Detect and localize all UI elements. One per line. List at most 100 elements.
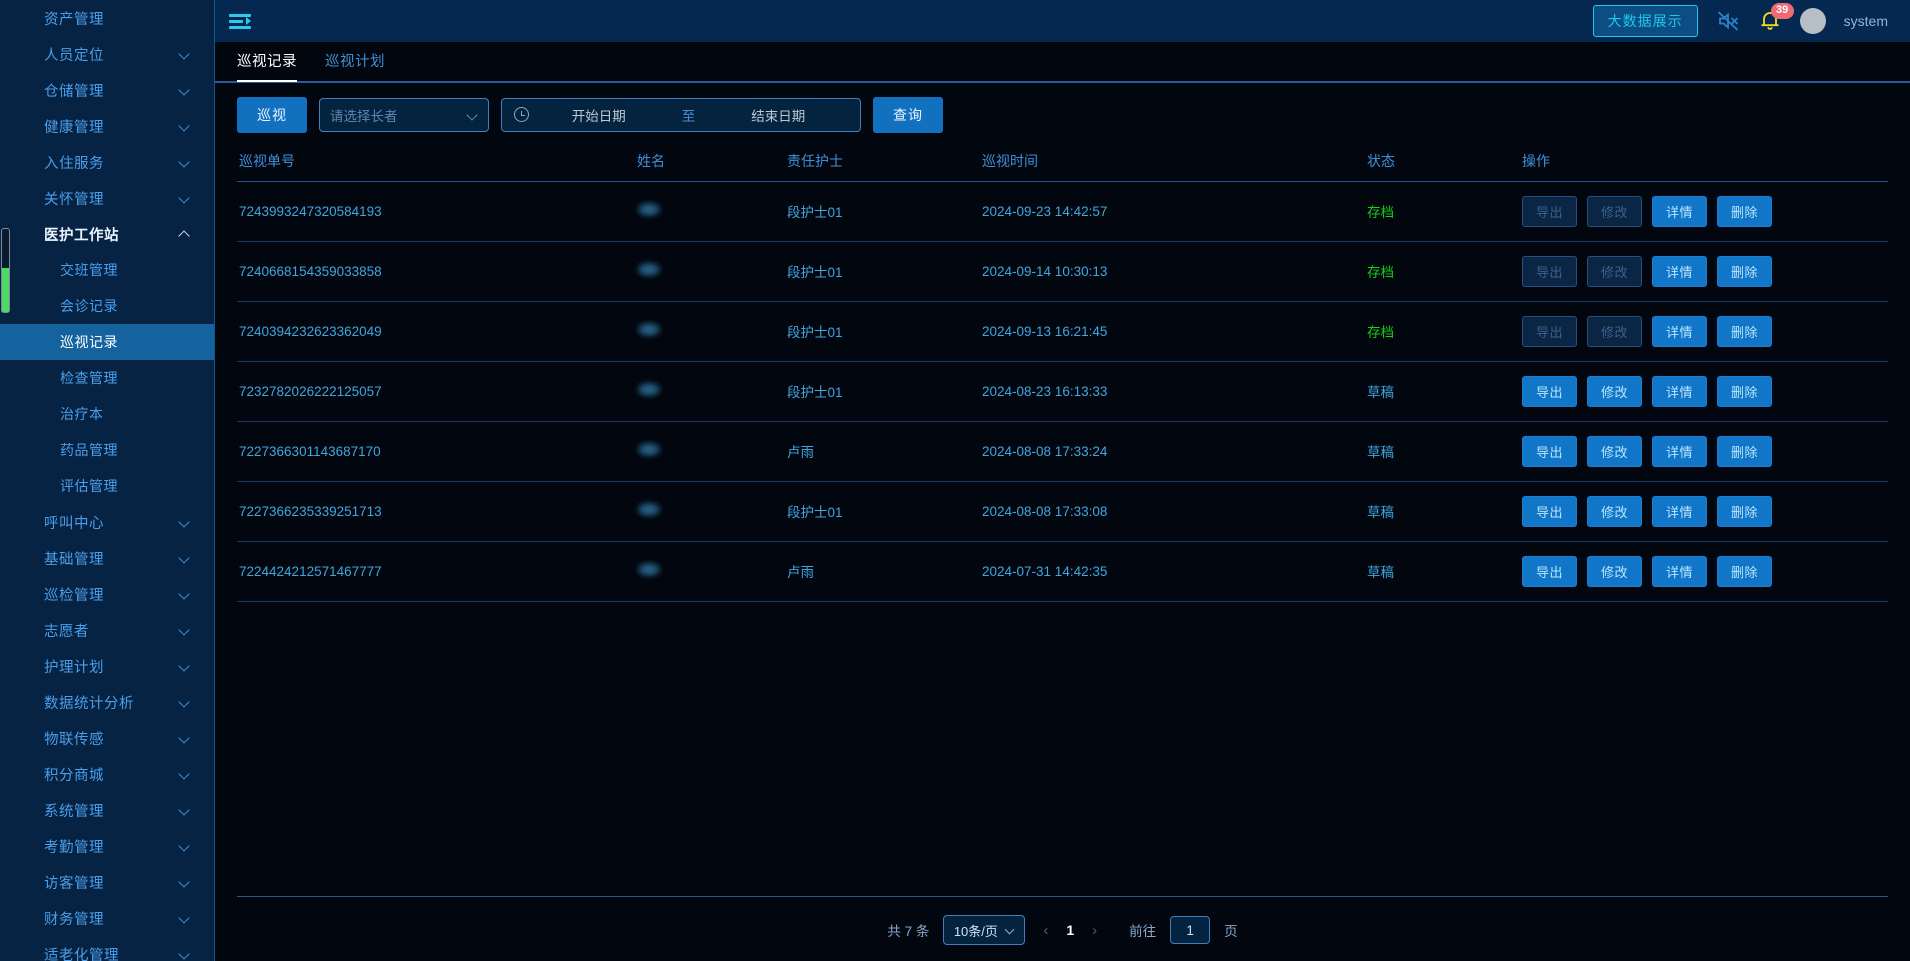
sidebar-item-3[interactable]: 健康管理 — [0, 108, 214, 144]
detail-button[interactable]: 详情 — [1652, 256, 1707, 287]
delete-button[interactable]: 删除 — [1717, 496, 1772, 527]
username-label[interactable]: system — [1844, 13, 1888, 29]
page-number-1[interactable]: 1 — [1066, 922, 1074, 938]
sidebar-item-label: 人员定位 — [0, 44, 178, 65]
delete-button[interactable]: 删除 — [1717, 376, 1772, 407]
chevron-down-icon — [178, 515, 192, 529]
pagination-container: 共 7 条 10条/页 ‹ 1 › 前往 页 — [237, 896, 1888, 961]
status-badge: 存档 — [1367, 181, 1522, 241]
sidebar-item-2[interactable]: 仓储管理 — [0, 72, 214, 108]
detail-button[interactable]: 详情 — [1652, 556, 1707, 587]
sidebar-item-0[interactable]: 资产管理 — [0, 0, 214, 36]
table-row: 7227366301143687170卢雨2024-08-08 17:33:24… — [237, 421, 1888, 481]
delete-button[interactable]: 删除 — [1717, 316, 1772, 347]
export-button[interactable]: 导出 — [1522, 556, 1577, 587]
chevron-down-icon — [178, 947, 192, 961]
export-button[interactable]: 导出 — [1522, 436, 1577, 467]
detail-button[interactable]: 详情 — [1652, 196, 1707, 227]
top-header-bar: 大数据展示 39 system — [215, 0, 1910, 42]
chevron-down-icon — [178, 731, 192, 745]
date-start-placeholder: 开始日期 — [529, 105, 669, 125]
sidebar-item-16[interactable]: 巡检管理 — [0, 576, 214, 612]
sidebar-item-label: 护理计划 — [0, 656, 178, 677]
hamburger-collapse-icon[interactable] — [229, 12, 251, 30]
chevron-left-icon[interactable]: ‹ — [1039, 922, 1052, 939]
sidebar-item-25[interactable]: 财务管理 — [0, 900, 214, 936]
status-badge: 草稿 — [1367, 361, 1522, 421]
delete-button[interactable]: 删除 — [1717, 436, 1772, 467]
edit-button: 修改 — [1587, 256, 1642, 287]
records-table: 巡视单号姓名责任护士巡视时间状态操作 7243993247320584193段护… — [237, 143, 1888, 602]
detail-button[interactable]: 详情 — [1652, 316, 1707, 347]
tab-1[interactable]: 巡视计划 — [325, 50, 385, 81]
query-button[interactable]: 查询 — [873, 97, 943, 133]
sidebar-item-8[interactable]: 会诊记录 — [0, 288, 214, 324]
edit-button[interactable]: 修改 — [1587, 496, 1642, 527]
export-button[interactable]: 导出 — [1522, 496, 1577, 527]
sidebar-item-13[interactable]: 评估管理 — [0, 468, 214, 504]
sidebar-item-23[interactable]: 考勤管理 — [0, 828, 214, 864]
sidebar-item-label: 资产管理 — [0, 8, 192, 29]
export-button[interactable]: 导出 — [1522, 376, 1577, 407]
edge-indicator-fill — [2, 268, 9, 312]
sidebar-item-7[interactable]: 交班管理 — [0, 252, 214, 288]
sidebar-item-15[interactable]: 基础管理 — [0, 540, 214, 576]
table-row: 7232782026222125057段护士012024-08-23 16:13… — [237, 361, 1888, 421]
date-range-picker[interactable]: 开始日期 至 结束日期 — [501, 98, 861, 132]
page-size-select[interactable]: 10条/页 — [943, 915, 1025, 945]
sidebar-item-26[interactable]: 适老化管理 — [0, 936, 214, 961]
sidebar-item-9[interactable]: 巡视记录 — [0, 324, 214, 360]
delete-button[interactable]: 删除 — [1717, 556, 1772, 587]
cell-time: 2024-08-08 17:33:08 — [982, 481, 1367, 541]
goto-page-input[interactable] — [1170, 916, 1210, 944]
sidebar-item-17[interactable]: 志愿者 — [0, 612, 214, 648]
delete-button[interactable]: 删除 — [1717, 256, 1772, 287]
avatar[interactable] — [1800, 8, 1826, 34]
cell-time: 2024-09-13 16:21:45 — [982, 301, 1367, 361]
sidebar-item-label: 入住服务 — [0, 152, 178, 173]
sidebar-item-10[interactable]: 检查管理 — [0, 360, 214, 396]
sidebar-item-21[interactable]: 积分商城 — [0, 756, 214, 792]
redacted-name — [637, 202, 661, 217]
sidebar-item-18[interactable]: 护理计划 — [0, 648, 214, 684]
cell-patrol-no: 7232782026222125057 — [237, 361, 637, 421]
edit-button[interactable]: 修改 — [1587, 376, 1642, 407]
cell-time: 2024-09-14 10:30:13 — [982, 241, 1367, 301]
sidebar-item-5[interactable]: 关怀管理 — [0, 180, 214, 216]
detail-button[interactable]: 详情 — [1652, 436, 1707, 467]
chevron-down-icon — [178, 659, 192, 673]
detail-button[interactable]: 详情 — [1652, 496, 1707, 527]
chevron-right-icon[interactable]: › — [1088, 922, 1101, 939]
table-row: 7240668154359033858段护士012024-09-14 10:30… — [237, 241, 1888, 301]
operations-group: 导出修改详情删除 — [1522, 556, 1888, 587]
cell-nurse: 段护士01 — [787, 181, 982, 241]
delete-button[interactable]: 删除 — [1717, 196, 1772, 227]
sidebar-item-1[interactable]: 人员定位 — [0, 36, 214, 72]
cell-operations: 导出修改详情删除 — [1522, 541, 1888, 601]
sidebar-item-12[interactable]: 药品管理 — [0, 432, 214, 468]
sidebar-item-4[interactable]: 入住服务 — [0, 144, 214, 180]
sidebar-item-24[interactable]: 访客管理 — [0, 864, 214, 900]
sidebar-item-22[interactable]: 系统管理 — [0, 792, 214, 828]
elder-select[interactable]: 请选择长者 — [319, 98, 489, 132]
redacted-name — [637, 442, 661, 457]
edit-button[interactable]: 修改 — [1587, 436, 1642, 467]
sidebar-item-6[interactable]: 医护工作站 — [0, 216, 214, 252]
speaker-muted-icon[interactable] — [1716, 9, 1740, 33]
redacted-name — [637, 382, 661, 397]
patrol-button[interactable]: 巡视 — [237, 97, 307, 133]
cell-nurse: 段护士01 — [787, 241, 982, 301]
edit-button[interactable]: 修改 — [1587, 556, 1642, 587]
sidebar-item-14[interactable]: 呼叫中心 — [0, 504, 214, 540]
notifications-bell[interactable]: 39 — [1758, 8, 1782, 34]
sidebar-item-11[interactable]: 治疗本 — [0, 396, 214, 432]
bigdata-display-button[interactable]: 大数据展示 — [1593, 5, 1698, 37]
sidebar-item-20[interactable]: 物联传感 — [0, 720, 214, 756]
cell-patrol-no: 7227366301143687170 — [237, 421, 637, 481]
table-row: 7243993247320584193段护士012024-09-23 14:42… — [237, 181, 1888, 241]
tab-0[interactable]: 巡视记录 — [237, 50, 297, 81]
sidebar-item-19[interactable]: 数据统计分析 — [0, 684, 214, 720]
detail-button[interactable]: 详情 — [1652, 376, 1707, 407]
operations-group: 导出修改详情删除 — [1522, 256, 1888, 287]
status-badge: 草稿 — [1367, 541, 1522, 601]
